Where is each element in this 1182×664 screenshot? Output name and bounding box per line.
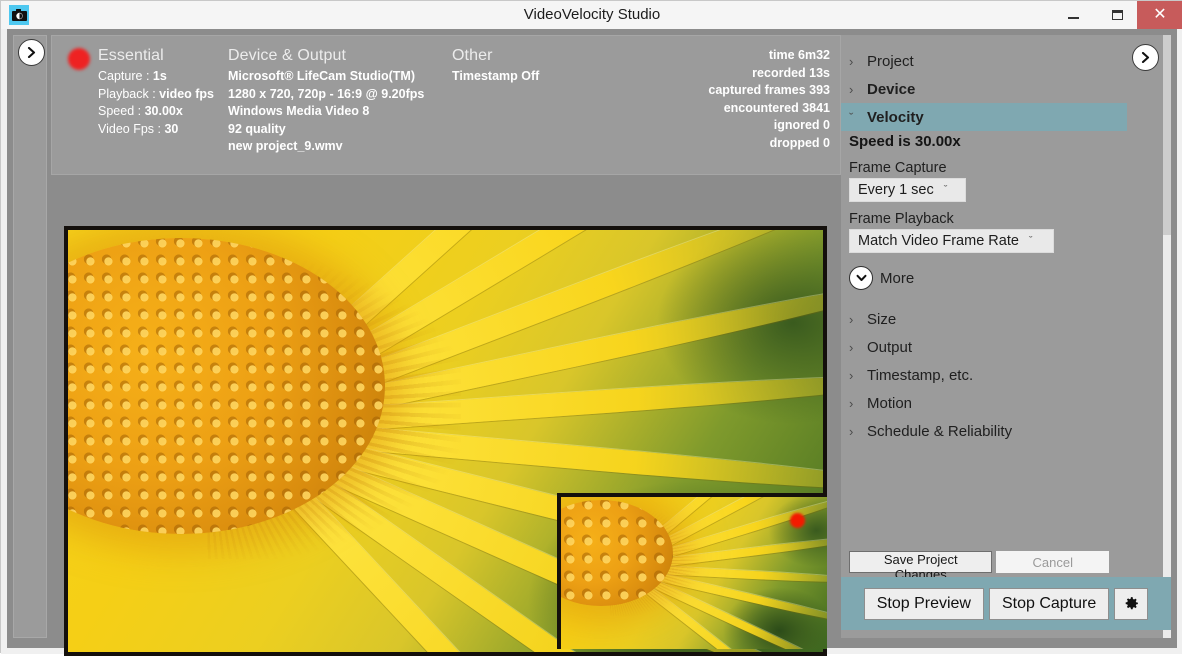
section-device[interactable]: › Device bbox=[841, 75, 1127, 103]
section-size-label: Size bbox=[867, 310, 897, 328]
more-options-label: More bbox=[880, 269, 915, 287]
stop-capture-button[interactable]: Stop Capture bbox=[988, 587, 1110, 620]
section-velocity-label: Velocity bbox=[867, 108, 924, 126]
chevron-down-icon: ˇ bbox=[943, 184, 948, 196]
chevron-down-icon: ˇ bbox=[1028, 235, 1033, 247]
left-collapsed-panel[interactable] bbox=[13, 35, 47, 638]
window-body: Essential Capture : 1s Playback : video … bbox=[1, 29, 1182, 656]
chevron-right-icon: › bbox=[849, 367, 854, 383]
section-project[interactable]: › Project bbox=[841, 47, 1127, 75]
section-schedule-reliability-label: Schedule & Reliability bbox=[867, 422, 1013, 440]
close-button[interactable]: ✕ bbox=[1137, 1, 1182, 29]
settings-sections-bottom: › Size › Output › Timestamp, etc. › Moti… bbox=[841, 305, 1171, 445]
frame-capture-label: Frame Capture bbox=[849, 160, 947, 176]
section-timestamp-label: Timestamp, etc. bbox=[867, 366, 974, 384]
frame-playback-value: Match Video Frame Rate bbox=[858, 233, 1019, 249]
inset-frame-image bbox=[561, 497, 827, 649]
status-info-panel: Essential Capture : 1s Playback : video … bbox=[51, 35, 841, 175]
more-options-button[interactable]: More bbox=[841, 266, 969, 290]
frame-playback-dropdown[interactable]: Match Video Frame Rate ˇ bbox=[849, 229, 1054, 253]
minimize-button[interactable] bbox=[1051, 1, 1095, 29]
chevron-right-icon bbox=[27, 47, 36, 58]
essential-speed-value: 30.00x bbox=[144, 104, 183, 118]
section-device-label: Device bbox=[867, 80, 916, 98]
chevron-right-icon: › bbox=[849, 395, 854, 411]
speed-readout: Speed is 30.00x bbox=[849, 133, 961, 150]
recording-indicator-dot bbox=[68, 48, 90, 70]
picture-in-picture-preview[interactable] bbox=[557, 493, 827, 649]
device-line-codec: Windows Media Video 8 bbox=[228, 104, 370, 118]
essential-playback-value: video fps bbox=[159, 86, 215, 101]
preview-area bbox=[57, 219, 835, 664]
frame-capture-dropdown[interactable]: Every 1 sec ˇ bbox=[849, 178, 966, 202]
device-line-filename: new project_9.wmv bbox=[228, 139, 343, 153]
title-bar: VideoVelocity Studio ✕ bbox=[1, 1, 1182, 30]
section-schedule-reliability[interactable]: › Schedule & Reliability bbox=[841, 417, 1127, 445]
right-panel-expand-button[interactable] bbox=[1132, 44, 1159, 71]
section-timestamp[interactable]: › Timestamp, etc. bbox=[841, 361, 1127, 389]
chevron-right-icon bbox=[1141, 52, 1150, 63]
section-size[interactable]: › Size bbox=[841, 305, 1127, 333]
capture-action-bar: Stop Preview Stop Capture bbox=[841, 577, 1171, 630]
stat-recorded: recorded 13s bbox=[752, 65, 830, 80]
window-title: VideoVelocity Studio bbox=[523, 6, 661, 23]
minimize-icon bbox=[1067, 17, 1079, 19]
stop-preview-button[interactable]: Stop Preview bbox=[863, 587, 984, 620]
frame-capture-value: Every 1 sec bbox=[858, 182, 934, 198]
settings-sections-top: › Project › Device ˇ Velocity bbox=[841, 47, 1171, 131]
essential-playback-label: Playback : bbox=[98, 86, 160, 101]
velocity-section-body: Speed is 30.00x Frame Capture Every 1 se… bbox=[841, 133, 1171, 290]
section-output[interactable]: › Output bbox=[841, 333, 1127, 361]
settings-panel: › Project › Device ˇ Velocity Speed is 3… bbox=[841, 35, 1171, 638]
chevron-down-icon: ˇ bbox=[849, 109, 854, 125]
save-project-changes-button[interactable]: Save Project Changes bbox=[849, 551, 993, 582]
device-line-camera: Microsoft® LifeCam Studio(TM) bbox=[228, 69, 415, 83]
stat-dropped: dropped 0 bbox=[769, 135, 830, 150]
stat-time: time 6m32 bbox=[768, 48, 830, 62]
section-velocity[interactable]: ˇ Velocity bbox=[841, 103, 1127, 131]
chevron-right-icon: › bbox=[849, 81, 854, 97]
info-column-device-output: Device & Output Microsoft® LifeCam Studi… bbox=[228, 47, 468, 156]
maximize-button[interactable] bbox=[1095, 1, 1139, 29]
maximize-icon bbox=[1111, 10, 1123, 20]
gear-icon bbox=[1125, 597, 1138, 610]
inset-recording-indicator-dot bbox=[790, 513, 805, 528]
close-icon: ✕ bbox=[1153, 6, 1167, 23]
chevron-right-icon: › bbox=[849, 53, 854, 69]
frame-playback-label: Frame Playback bbox=[849, 211, 954, 227]
cancel-button[interactable]: Cancel bbox=[996, 551, 1109, 573]
stat-ignored: ignored 0 bbox=[773, 118, 830, 132]
chevron-right-icon: › bbox=[849, 339, 854, 355]
stat-captured-frames: captured frames 393 bbox=[708, 83, 830, 97]
device-line-quality: 92 quality bbox=[228, 121, 286, 136]
device-output-heading: Device & Output bbox=[228, 47, 346, 64]
essential-video-fps-value: 30 bbox=[164, 121, 179, 136]
section-motion-label: Motion bbox=[867, 394, 913, 412]
left-panel-expand-button[interactable] bbox=[18, 39, 45, 66]
section-project-label: Project bbox=[867, 52, 914, 70]
chevron-right-icon: › bbox=[849, 423, 854, 439]
chevron-down-icon bbox=[849, 266, 873, 290]
chevron-right-icon: › bbox=[849, 311, 854, 327]
essential-capture-value: 1s bbox=[152, 69, 167, 83]
section-motion[interactable]: › Motion bbox=[841, 389, 1127, 417]
essential-capture-label: Capture : bbox=[98, 69, 153, 83]
essential-speed-label: Speed : bbox=[98, 104, 145, 118]
essential-video-fps-label: Video Fps : bbox=[98, 121, 165, 136]
stat-encountered: encountered 3841 bbox=[723, 100, 830, 115]
section-output-label: Output bbox=[867, 338, 913, 356]
settings-gear-button[interactable] bbox=[1114, 587, 1149, 620]
info-column-stats: time 6m32 recorded 13s captured frames 3… bbox=[530, 47, 830, 152]
device-line-resolution: 1280 x 720, 720p - 16:9 @ 9.20fps bbox=[228, 86, 425, 101]
project-action-buttons: Save Project Changes Cancel bbox=[849, 551, 1109, 582]
application-window: VideoVelocity Studio ✕ Essential Capture… bbox=[0, 0, 1182, 656]
